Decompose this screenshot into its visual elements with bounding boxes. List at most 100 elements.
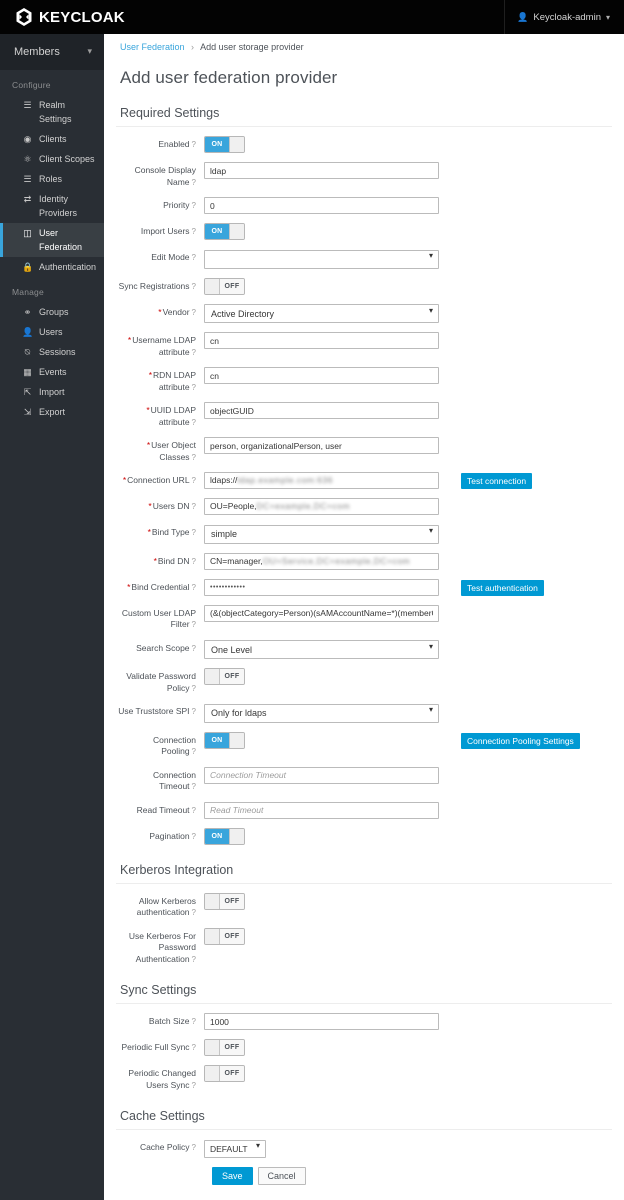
help-icon[interactable]: ? [192, 453, 196, 462]
search-scope-select[interactable]: One Level [204, 640, 439, 659]
user-object-classes-input[interactable] [204, 437, 439, 454]
help-icon[interactable]: ? [192, 782, 196, 791]
cache-policy-select[interactable]: DEFAULT [204, 1140, 266, 1158]
rdn-ldap-attribute-input[interactable] [204, 367, 439, 384]
help-icon[interactable]: ? [192, 348, 196, 357]
help-icon[interactable]: ? [192, 383, 196, 392]
read-timeout-input[interactable] [204, 801, 439, 819]
custom-user-ldap-filter-input[interactable] [204, 604, 439, 622]
toggle-validate-password-policy[interactable]: OFF [204, 668, 245, 685]
help-icon[interactable]: ? [192, 282, 196, 291]
toggle-pagination[interactable]: ON [204, 827, 245, 845]
help-icon[interactable]: ? [192, 684, 196, 693]
test-connection-button[interactable]: Test connection [461, 473, 533, 489]
toggle-import-users[interactable]: ON [204, 223, 245, 240]
help-icon[interactable]: ? [192, 476, 196, 485]
help-icon[interactable]: ? [192, 644, 196, 653]
help-icon[interactable]: ? [192, 620, 196, 629]
help-icon[interactable]: ? [192, 806, 196, 815]
console-display-name-input[interactable] [204, 162, 439, 179]
sidebar-item-identity-providers[interactable]: ⇄ Identity Providers [0, 189, 104, 223]
uuid-ldap-attribute-input[interactable] [204, 402, 439, 419]
users-dn-value: OU=People, [210, 501, 257, 511]
help-icon[interactable]: ? [192, 178, 196, 187]
help-icon[interactable]: ? [192, 747, 196, 756]
sidebar-item-client-scopes[interactable]: ⚛ Client Scopes [0, 149, 104, 169]
label-cache-policy: Cache Policy? [139, 1142, 196, 1152]
bind-credential-input[interactable]: •••••••••••• [204, 578, 439, 596]
help-icon[interactable]: ? [192, 908, 196, 917]
field-row-custom-user-ldap-filter: Custom User LDAP Filter? [116, 604, 612, 631]
edit-mode-select[interactable] [204, 249, 439, 269]
field-row-sync-registrations: Sync Registrations? OFF [116, 277, 612, 295]
help-icon[interactable]: ? [192, 201, 196, 210]
user-menu[interactable]: 👤 Keycloak-admin ▾ [504, 0, 624, 34]
nav-group-manage: Manage ⚭ Groups 👤 Users ⍉ Sessions ▦ Eve… [0, 277, 104, 422]
nav-group-title-configure: Configure [12, 80, 51, 90]
sidebar-item-authentication[interactable]: 🔒 Authentication [0, 257, 104, 277]
vendor-select[interactable]: Active Directory [204, 304, 439, 323]
help-icon[interactable]: ? [192, 1017, 196, 1026]
sidebar-item-users[interactable]: 👤 Users [0, 322, 104, 342]
field-row-periodic-full-sync: Periodic Full Sync? OFF [116, 1039, 612, 1056]
label-periodic-changed-users-sync: Periodic Changed Users Sync? [128, 1068, 196, 1090]
required-marker: * [127, 581, 131, 592]
toggle-periodic-changed-users-sync[interactable]: OFF [204, 1065, 245, 1082]
label-priority: Priority? [163, 200, 196, 210]
help-icon[interactable]: ? [192, 1043, 196, 1052]
toggle-periodic-full-sync-state: OFF [220, 1040, 244, 1055]
help-icon[interactable]: ? [192, 418, 196, 427]
help-icon[interactable]: ? [192, 502, 196, 511]
toggle-connection-pooling[interactable]: ON [204, 731, 245, 749]
sidebar-item-export[interactable]: ⇲ Export [0, 402, 104, 422]
sidebar-item-user-federation[interactable]: ◫ User Federation [0, 223, 104, 257]
toggle-allow-kerberos-authentication[interactable]: OFF [204, 892, 245, 910]
sidebar-item-realm-settings[interactable]: ☰ Realm Settings [0, 95, 104, 129]
connection-pooling-settings-button[interactable]: Connection Pooling Settings [461, 732, 580, 749]
username-ldap-attribute-input[interactable] [204, 332, 439, 349]
cancel-button[interactable]: Cancel [257, 1167, 306, 1185]
sidebar-item-clients[interactable]: ◉ Clients [0, 129, 104, 149]
help-icon[interactable]: ? [192, 707, 196, 716]
help-icon[interactable]: ? [192, 832, 196, 841]
toggle-sync-registrations[interactable]: OFF [204, 277, 245, 295]
help-icon[interactable]: ? [192, 1143, 196, 1152]
toggle-periodic-full-sync[interactable]: OFF [204, 1039, 245, 1056]
users-dn-input[interactable]: OU=People, DC=example,DC=com [204, 498, 439, 515]
connection-url-input[interactable]: ldaps://ldap.example.com:636 [204, 472, 439, 489]
toggle-knob [229, 224, 244, 239]
priority-input[interactable] [204, 197, 439, 214]
brand-logo[interactable]: KEYCLOAK [0, 7, 125, 27]
breadcrumb-parent-link[interactable]: User Federation [120, 42, 185, 52]
help-icon[interactable]: ? [192, 227, 196, 236]
bind-type-select[interactable]: simple [204, 524, 439, 544]
help-icon[interactable]: ? [192, 1081, 196, 1090]
bind-dn-input[interactable]: CN=manager, OU=Service,DC=example,DC=com [204, 552, 439, 570]
batch-size-input[interactable] [204, 1013, 439, 1030]
connection-timeout-input[interactable] [204, 766, 439, 784]
help-icon[interactable]: ? [192, 140, 196, 149]
required-marker: * [146, 440, 151, 450]
sidebar-item-groups[interactable]: ⚭ Groups [0, 302, 104, 322]
toggle-enabled[interactable]: ON [204, 136, 245, 153]
help-icon[interactable]: ? [192, 955, 196, 964]
help-icon[interactable]: ? [192, 308, 196, 317]
field-row-read-timeout: Read Timeout? [116, 801, 612, 819]
toggle-use-kerberos-for-password-authentication[interactable]: OFF [204, 927, 245, 945]
help-icon[interactable]: ? [192, 557, 196, 566]
sidebar-item-events[interactable]: ▦ Events [0, 362, 104, 382]
use-truststore-spi-select[interactable]: Only for ldaps [204, 703, 439, 723]
sidebar-item-import[interactable]: ⇱ Import [0, 382, 104, 402]
label-connection-timeout: Connection Timeout? [152, 769, 196, 792]
search-scope-select-wrap: One Level [204, 640, 439, 659]
help-icon[interactable]: ? [192, 528, 196, 537]
help-icon[interactable]: ? [192, 253, 196, 262]
label-bind-type: *Bind Type? [147, 527, 196, 537]
test-authentication-button[interactable]: Test authentication [461, 579, 544, 596]
save-button[interactable]: Save [212, 1167, 253, 1185]
sidebar-item-sessions[interactable]: ⍉ Sessions [0, 342, 104, 362]
help-icon[interactable]: ? [192, 583, 196, 592]
label-sync-registrations: Sync Registrations? [118, 280, 196, 291]
sidebar-item-roles[interactable]: ☰ Roles [0, 169, 104, 189]
realm-selector[interactable]: Members ▾ [0, 34, 104, 70]
